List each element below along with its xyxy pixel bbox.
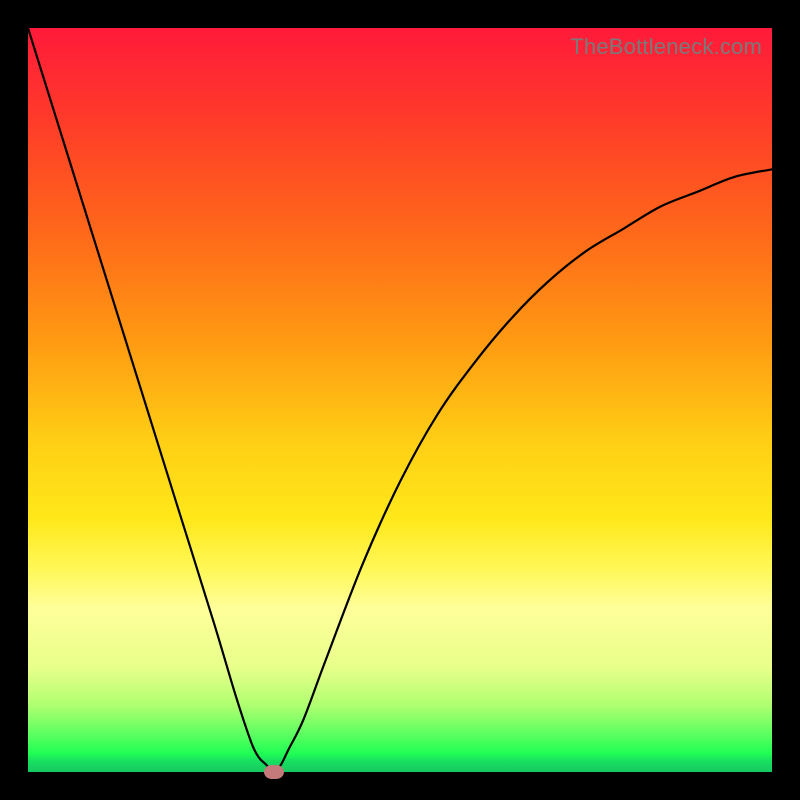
curve-path [28, 28, 772, 772]
plot-area: TheBottleneck.com [28, 28, 772, 772]
bottleneck-curve [28, 28, 772, 772]
optimal-marker [264, 765, 284, 779]
chart-frame: TheBottleneck.com [0, 0, 800, 800]
